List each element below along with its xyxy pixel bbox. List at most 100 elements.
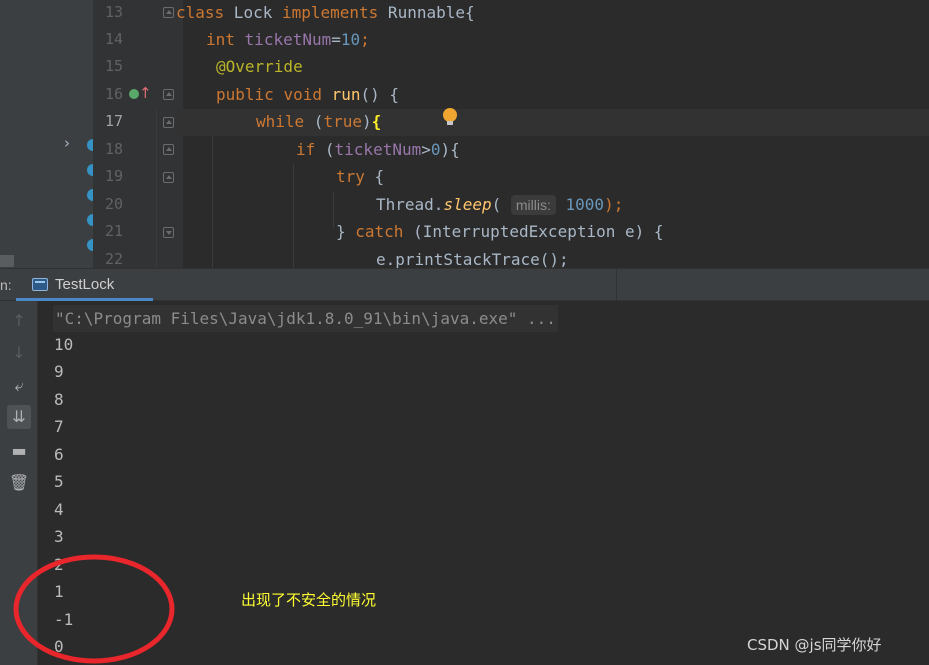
code-line-16[interactable]: public void run() { — [216, 81, 399, 108]
keyword: while — [256, 112, 305, 131]
output-line: 8 — [54, 390, 64, 409]
output-line: 0 — [54, 637, 64, 656]
code-text: ) — [361, 112, 372, 131]
horizontal-scrollbar[interactable] — [0, 255, 14, 267]
line-number: 22 — [104, 250, 123, 268]
code-line-22[interactable]: e.printStackTrace(); — [376, 246, 569, 268]
indent-guide — [333, 192, 334, 228]
divider — [616, 269, 617, 301]
soft-wrap-icon[interactable]: ⤶ — [7, 374, 31, 398]
code-line-19[interactable]: try { — [336, 163, 384, 190]
line-number: 15 — [104, 57, 123, 75]
print-icon[interactable]: ▬ — [7, 439, 31, 463]
indent-guide — [293, 164, 294, 268]
code-text: e.printStackTrace(); — [376, 250, 569, 268]
tab-testlock[interactable]: TestLock — [16, 269, 153, 301]
override-gutter-icon[interactable] — [129, 89, 139, 99]
code-text: (InterruptedException e) { — [403, 222, 664, 241]
output-line: 7 — [54, 417, 64, 436]
console-toolbar: ↑ ↓ ⤶ ⇊ ▬ 🗑 — [0, 301, 38, 665]
expand-chevron-icon[interactable]: › — [64, 134, 70, 152]
semicolon: ; — [360, 30, 370, 49]
number-literal: 0 — [430, 140, 441, 159]
project-tool-window: › — [0, 0, 99, 268]
output-line: 5 — [54, 472, 64, 491]
code-text: ( — [304, 112, 324, 131]
code-line-13[interactable]: class Lock implements Runnable{ — [176, 0, 475, 26]
run-window-label: n: — [0, 277, 12, 293]
output-line: -1 — [54, 610, 74, 629]
keyword: class — [176, 3, 225, 22]
indent-guide — [156, 110, 157, 268]
keyword: void — [283, 85, 322, 104]
up-arrow-icon[interactable]: ↑ — [7, 309, 31, 333]
line-number: 16 — [104, 85, 123, 103]
interface-name: Runnable{ — [378, 3, 475, 22]
output-line: 3 — [54, 527, 64, 546]
output-line: 10 — [54, 335, 74, 354]
fold-toggle-icon[interactable] — [163, 89, 174, 100]
trash-icon[interactable]: 🗑 — [7, 471, 31, 495]
implements-arrow-icon[interactable]: ↑ — [139, 84, 152, 102]
tab-label: TestLock — [55, 276, 115, 293]
line-number: 18 — [104, 140, 123, 158]
down-arrow-icon[interactable]: ↓ — [7, 341, 31, 365]
line-number-active: 17 — [104, 112, 123, 130]
operator: > — [421, 140, 431, 159]
keyword: if — [296, 140, 316, 159]
code-text: ){ — [440, 140, 460, 159]
operator: = — [331, 30, 341, 49]
field-name: ticketNum — [334, 140, 422, 159]
keyword: int — [206, 30, 235, 49]
run-tool-window-header: n: TestLock — [0, 268, 929, 301]
output-line: 1 — [54, 582, 64, 601]
command-line: "C:\Program Files\Java\jdk1.8.0_91\bin\j… — [53, 305, 558, 332]
method-name: run — [331, 85, 361, 104]
code-line-18[interactable]: if (ticketNum>0){ — [296, 136, 460, 163]
code-line-21[interactable]: } catch (InterruptedException e) { — [336, 218, 664, 245]
watermark: CSDN @js同学你好 — [747, 636, 882, 654]
code-text: ( — [491, 195, 502, 214]
indent-guide — [212, 136, 213, 268]
intention-bulb-icon[interactable] — [443, 108, 457, 128]
number-literal: 10 — [340, 30, 361, 49]
code-text: ( — [315, 140, 335, 159]
number-literal: 1000 — [565, 195, 605, 214]
keyword: try — [336, 167, 365, 186]
line-number: 13 — [104, 3, 123, 21]
output-line: 2 — [54, 555, 64, 574]
scroll-to-end-icon[interactable]: ⇊ — [7, 405, 31, 429]
field-name: ticketNum — [244, 30, 332, 49]
output-line: 9 — [54, 362, 64, 381]
static-method-name: sleep — [443, 195, 492, 214]
parameter-hint: millis: — [510, 195, 556, 215]
fold-toggle-icon[interactable] — [163, 172, 174, 183]
console-icon — [32, 278, 48, 291]
annotation-note: 出现了不安全的情况 — [241, 591, 377, 609]
line-number: 20 — [104, 195, 123, 213]
fold-toggle-icon[interactable] — [163, 144, 174, 155]
code-editor[interactable]: › 13 14 15 16 17 18 19 20 21 22 ↑ class … — [0, 0, 929, 268]
code-line-15[interactable]: @Override — [216, 53, 303, 80]
output-line: 6 — [54, 445, 64, 464]
fold-toggle-icon[interactable] — [163, 117, 174, 128]
matched-brace: { — [371, 112, 382, 131]
keyword: implements — [281, 3, 379, 22]
keyword: public — [216, 85, 274, 104]
code-text: } — [336, 222, 356, 241]
code-text: ); — [604, 195, 624, 214]
code-line-17[interactable]: while (true){ — [256, 108, 381, 135]
line-number: 19 — [104, 167, 123, 185]
annotation: @Override — [216, 57, 303, 76]
class-name: Lock — [224, 3, 282, 22]
fold-toggle-icon[interactable] — [163, 227, 174, 238]
line-number: 21 — [104, 222, 123, 240]
output-line: 4 — [54, 500, 64, 519]
code-line-14[interactable]: int ticketNum=10; — [206, 26, 370, 53]
fold-toggle-icon[interactable] — [163, 7, 174, 18]
code-text: { — [364, 167, 385, 186]
code-line-20[interactable]: Thread.sleep( millis: 1000); — [376, 191, 623, 218]
console-output[interactable]: "C:\Program Files\Java\jdk1.8.0_91\bin\j… — [38, 301, 929, 665]
code-text: () { — [360, 85, 400, 104]
keyword: catch — [355, 222, 404, 241]
